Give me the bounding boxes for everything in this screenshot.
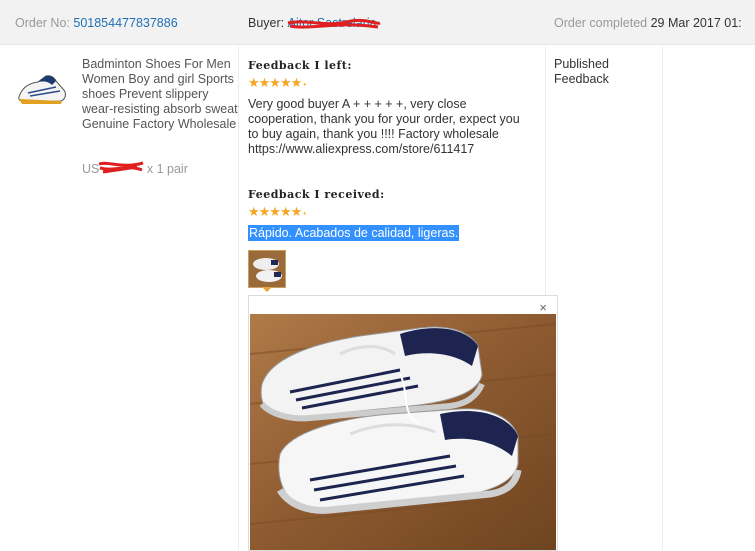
close-icon[interactable]: × <box>539 300 547 315</box>
shoes-photo-image <box>250 314 556 550</box>
shoe-icon <box>18 75 66 104</box>
feedback-status: Published Feedback <box>554 57 609 87</box>
feedback-left-heading: Feedback I left: <box>248 59 352 72</box>
star-rating-icon: ★★★★★ <box>248 204 302 219</box>
column-divider <box>662 44 663 549</box>
feedback-left-stars: ★★★★★ • <box>248 75 306 91</box>
redaction-scribble-icon <box>98 161 144 174</box>
product-thumbnail[interactable] <box>16 71 68 111</box>
feedback-left-text: Very good buyer A + + + + +, very close … <box>248 97 520 156</box>
feedback-received-heading: Feedback I received: <box>248 188 385 201</box>
status-line-2: Feedback <box>554 72 609 86</box>
shoes-thumbnail-icon <box>249 251 285 287</box>
buyer-group: Buyer: Aitor Sastrelaria <box>248 16 381 30</box>
order-header: Order No: 501854477837886 Buyer: Aitor S… <box>0 0 755 45</box>
order-number-link[interactable]: 501854477837886 <box>73 16 177 30</box>
redaction-scribble-icon <box>287 18 381 29</box>
rating-dot-icon: • <box>303 209 306 218</box>
star-rating-icon: ★★★★★ <box>248 75 302 90</box>
column-divider <box>238 44 239 549</box>
order-number-label: Order No: <box>15 16 70 30</box>
feedback-received-text: Rápido. Acabados de calidad, ligeras. <box>248 225 460 241</box>
buyer-name-redacted[interactable]: Aitor Sastrelaria <box>287 16 381 30</box>
product-quantity: x 1 pair <box>146 162 188 176</box>
image-preview-popup: × <box>248 295 558 551</box>
product-price: US x 1 pair <box>82 161 188 176</box>
thumbnail-caret-icon <box>262 287 272 292</box>
product-title-link[interactable]: Badminton Shoes For Men Women Boy and gi… <box>82 57 238 132</box>
order-completed-date: 29 Mar 2017 01: <box>650 16 742 30</box>
status-line-1: Published <box>554 57 609 71</box>
rating-dot-icon: • <box>303 80 306 89</box>
order-completed-group: Order completed 29 Mar 2017 01: <box>554 16 742 30</box>
price-redacted <box>98 161 144 174</box>
feedback-received-stars: ★★★★★ • <box>248 204 306 220</box>
feedback-photo-thumbnail[interactable] <box>248 250 286 288</box>
order-number-group: Order No: 501854477837886 <box>15 16 178 30</box>
order-completed-label: Order completed <box>554 16 648 30</box>
buyer-label: Buyer: <box>248 16 285 30</box>
